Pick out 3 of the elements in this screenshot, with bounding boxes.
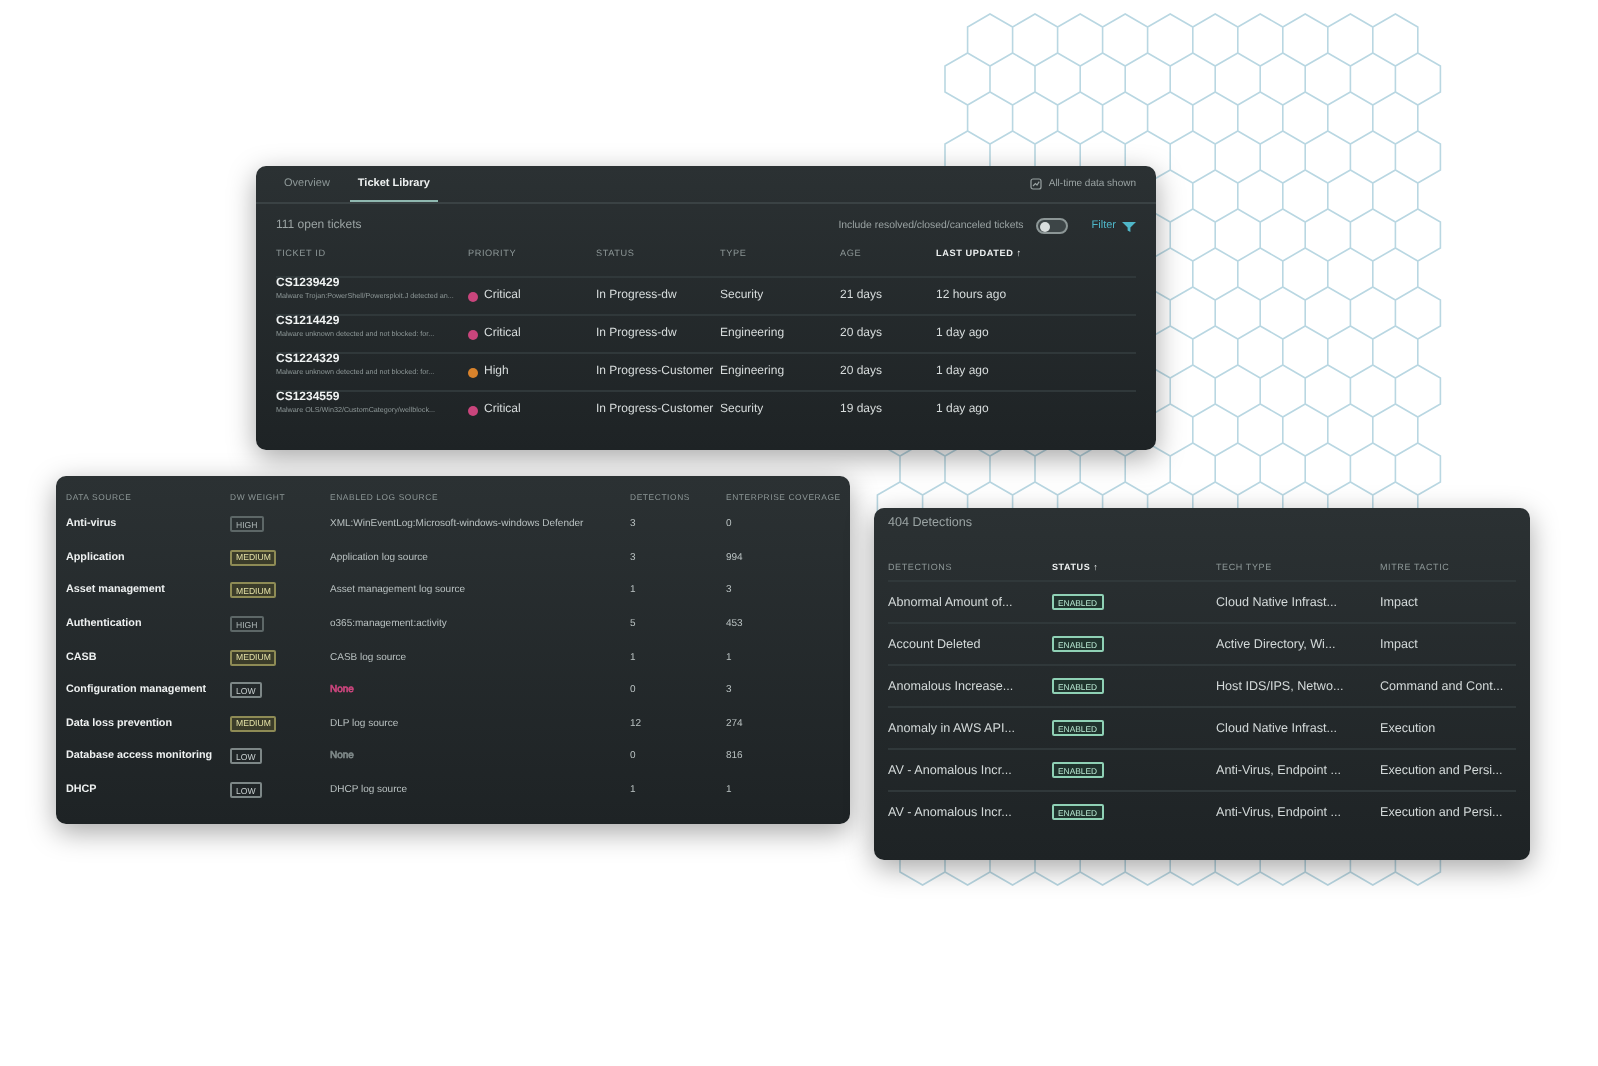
include-toggle[interactable] bbox=[1035, 218, 1068, 234]
chart-icon bbox=[1030, 178, 1043, 190]
filter-icon bbox=[1122, 221, 1136, 231]
